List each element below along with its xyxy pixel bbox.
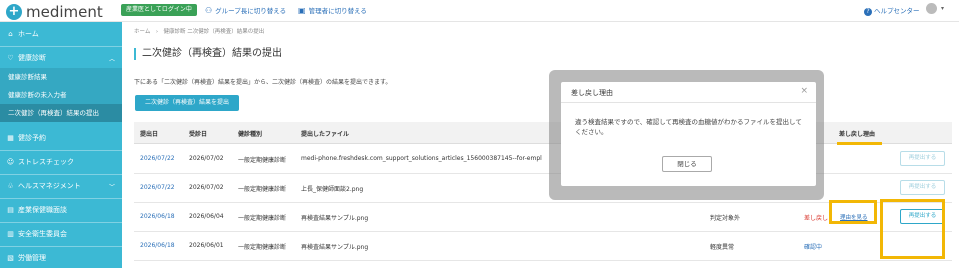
sidebar-item-label: ストレスチェック bbox=[18, 158, 74, 166]
calendar-icon: ▦ bbox=[7, 134, 14, 142]
interview-icon: ▤ bbox=[7, 206, 14, 214]
logo-plus-icon: + bbox=[6, 4, 22, 20]
chevron-up-icon: ︿ bbox=[108, 55, 115, 63]
modal-title: 差し戻し理由 bbox=[571, 89, 613, 97]
switch-to-admin-label: 管理者に切り替える bbox=[308, 7, 367, 15]
sidebar-item-health-management[interactable]: ♧ ヘルスマネジメント ﹀ bbox=[0, 176, 122, 196]
sidebar-item-stress-check[interactable]: ☺ ストレスチェック bbox=[0, 152, 122, 172]
page-description: 下にある「二次健診（再検査）結果を提出」から、二次健診（再検査）の結果を提出でき… bbox=[134, 79, 392, 86]
file-name: medi-phone.freshdesk.com_support_solutio… bbox=[301, 155, 542, 162]
header-file: 提出したファイル bbox=[301, 131, 350, 138]
sidebar-item-label: ホーム bbox=[18, 30, 39, 38]
sidebar-item-label: 安全衛生委員会 bbox=[18, 230, 67, 238]
submitted-date-link[interactable]: 2026/06/18 bbox=[140, 213, 175, 220]
logo-text: mediment bbox=[26, 3, 103, 21]
exam-date: 2026/06/04 bbox=[189, 213, 224, 220]
stress-check-icon: ☺ bbox=[6, 158, 15, 166]
header-type: 健診種別 bbox=[238, 131, 263, 138]
sidebar-item-label: 労働管理 bbox=[18, 254, 46, 262]
highlight-box-reason-link bbox=[829, 200, 877, 224]
group-icon: ⚇ bbox=[205, 5, 213, 15]
sidebar-divider bbox=[0, 198, 122, 199]
help-icon: ? bbox=[864, 8, 872, 16]
sidebar-subitem-results[interactable]: 健康診断結果 bbox=[0, 68, 122, 86]
judgement: 判定対象外 bbox=[710, 215, 741, 222]
header-exam-date: 受診日 bbox=[189, 131, 208, 138]
resubmit-button[interactable]: 再提出する bbox=[900, 151, 945, 166]
sidebar-item-labor[interactable]: ▧ 労働管理 bbox=[0, 248, 122, 268]
file-name: 上長_保健師面談2.png bbox=[301, 186, 364, 193]
chevron-down-icon[interactable]: ▾ bbox=[941, 5, 944, 12]
sidebar-divider bbox=[0, 150, 122, 151]
close-icon[interactable]: × bbox=[800, 86, 808, 96]
judgement: 軽度異常 bbox=[710, 244, 735, 251]
login-role-badge: 産業医としてログイン中 bbox=[121, 4, 197, 16]
exam-date: 2026/06/01 bbox=[189, 242, 224, 249]
table-row: 2026/06/18 2026/06/01 一般定期健康診断 再検査結果サンプル… bbox=[134, 232, 952, 261]
health-check-icon: ♡ bbox=[7, 54, 14, 62]
sidebar: ⌂ ホーム ♡ 健康診断 ︿ 健康診断結果 健康診断の未入力者 二次健診（再検査… bbox=[0, 22, 122, 268]
admin-icon: ▣ bbox=[298, 5, 306, 15]
top-bar: + mediment 産業医としてログイン中 ⚇ グループ長に切り替える ▣ 管… bbox=[0, 0, 959, 22]
sidebar-item-health-check[interactable]: ♡ 健康診断 ︿ bbox=[0, 48, 122, 68]
file-name: 再検査結果サンプル.png bbox=[301, 215, 369, 222]
file-name: 再検査結果サンプル.png bbox=[301, 244, 369, 251]
exam-type: 一般定期健康診断 bbox=[238, 186, 287, 193]
table-header: 提出日 受診日 健診種別 提出したファイル 差し戻し理由 bbox=[134, 122, 952, 144]
exam-date: 2026/07/02 bbox=[189, 184, 224, 191]
modal-close-button[interactable]: 閉じる bbox=[662, 156, 712, 172]
highlight-underline bbox=[837, 142, 882, 145]
sidebar-divider bbox=[0, 46, 122, 47]
user-avatar[interactable] bbox=[926, 3, 937, 14]
breadcrumb: ホーム › 健康診断 二次健診（再検査）結果の提出 bbox=[134, 29, 265, 35]
resubmit-button[interactable]: 再提出する bbox=[900, 180, 945, 195]
header-submitted: 提出日 bbox=[140, 131, 159, 138]
switch-to-group-label: グループ長に切り替える bbox=[215, 7, 287, 15]
switch-to-group-link[interactable]: ⚇ グループ長に切り替える bbox=[205, 5, 287, 16]
logo[interactable]: + mediment bbox=[6, 3, 103, 21]
submitted-date-link[interactable]: 2026/07/22 bbox=[140, 184, 175, 191]
sidebar-subitem-secondary-exam[interactable]: 二次健診（再検査）結果の提出 bbox=[0, 104, 122, 122]
modal-divider bbox=[561, 102, 816, 103]
sidebar-item-label: 健診予約 bbox=[18, 134, 46, 142]
exam-type: 一般定期健康診断 bbox=[238, 244, 287, 251]
table-row: 2026/07/22 2026/07/02 一般定期健康診断 上長_保健師面談2… bbox=[134, 174, 952, 203]
header-reason: 差し戻し理由 bbox=[839, 131, 876, 138]
main-content: ホーム › 健康診断 二次健診（再検査）結果の提出 二次健診（再検査）結果の提出… bbox=[122, 22, 959, 268]
sidebar-subitem-not-entered[interactable]: 健康診断の未入力者 bbox=[0, 86, 122, 104]
sidebar-divider bbox=[0, 174, 122, 175]
chevron-down-icon: ﹀ bbox=[108, 183, 115, 191]
submit-result-button[interactable]: 二次健診（再検査）結果を提出 bbox=[135, 95, 239, 111]
sidebar-divider bbox=[0, 222, 122, 223]
labor-icon: ▧ bbox=[7, 254, 14, 262]
page-title: 二次健診（再検査）結果の提出 bbox=[134, 48, 282, 60]
submitted-date-link[interactable]: 2026/07/22 bbox=[140, 155, 175, 162]
help-center-label: ヘルプセンター bbox=[874, 7, 920, 15]
health-management-icon: ♧ bbox=[7, 182, 14, 190]
sidebar-item-committee[interactable]: ▥ 安全衛生委員会 bbox=[0, 224, 122, 244]
exam-date: 2026/07/02 bbox=[189, 155, 224, 162]
status-badge: 確認中 bbox=[804, 244, 823, 251]
sidebar-item-label: 産業保健職面談 bbox=[18, 206, 67, 214]
exam-type: 一般定期健康診断 bbox=[238, 215, 287, 222]
submitted-date-link[interactable]: 2026/06/18 bbox=[140, 242, 175, 249]
status-badge: 差し戻し bbox=[804, 215, 829, 222]
switch-to-admin-link[interactable]: ▣ 管理者に切り替える bbox=[298, 5, 367, 16]
return-reason-modal: 差し戻し理由 × 違う検査結果ですので、確認して再検査の血糖値がわかるファイルを… bbox=[561, 82, 816, 186]
exam-type: 一般定期健康診断 bbox=[238, 157, 287, 164]
highlight-box-resubmit bbox=[880, 199, 945, 259]
sidebar-item-label: ヘルスマネジメント bbox=[18, 182, 81, 190]
committee-icon: ▥ bbox=[7, 230, 14, 238]
sidebar-item-home[interactable]: ⌂ ホーム bbox=[0, 24, 122, 44]
home-icon: ⌂ bbox=[8, 30, 13, 38]
modal-body: 違う検査結果ですので、確認して再検査の血糖値がわかるファイルを提出してください。 bbox=[575, 118, 802, 136]
table-row: 2026/07/22 2026/07/02 一般定期健康診断 medi-phon… bbox=[134, 145, 952, 174]
sidebar-divider bbox=[0, 246, 122, 247]
sidebar-item-label: 健康診断 bbox=[18, 54, 46, 62]
sidebar-item-reservation[interactable]: ▦ 健診予約 bbox=[0, 128, 122, 148]
help-center-link[interactable]: ? ヘルプセンター bbox=[864, 5, 920, 16]
sidebar-item-interview[interactable]: ▤ 産業保健職面談 bbox=[0, 200, 122, 220]
